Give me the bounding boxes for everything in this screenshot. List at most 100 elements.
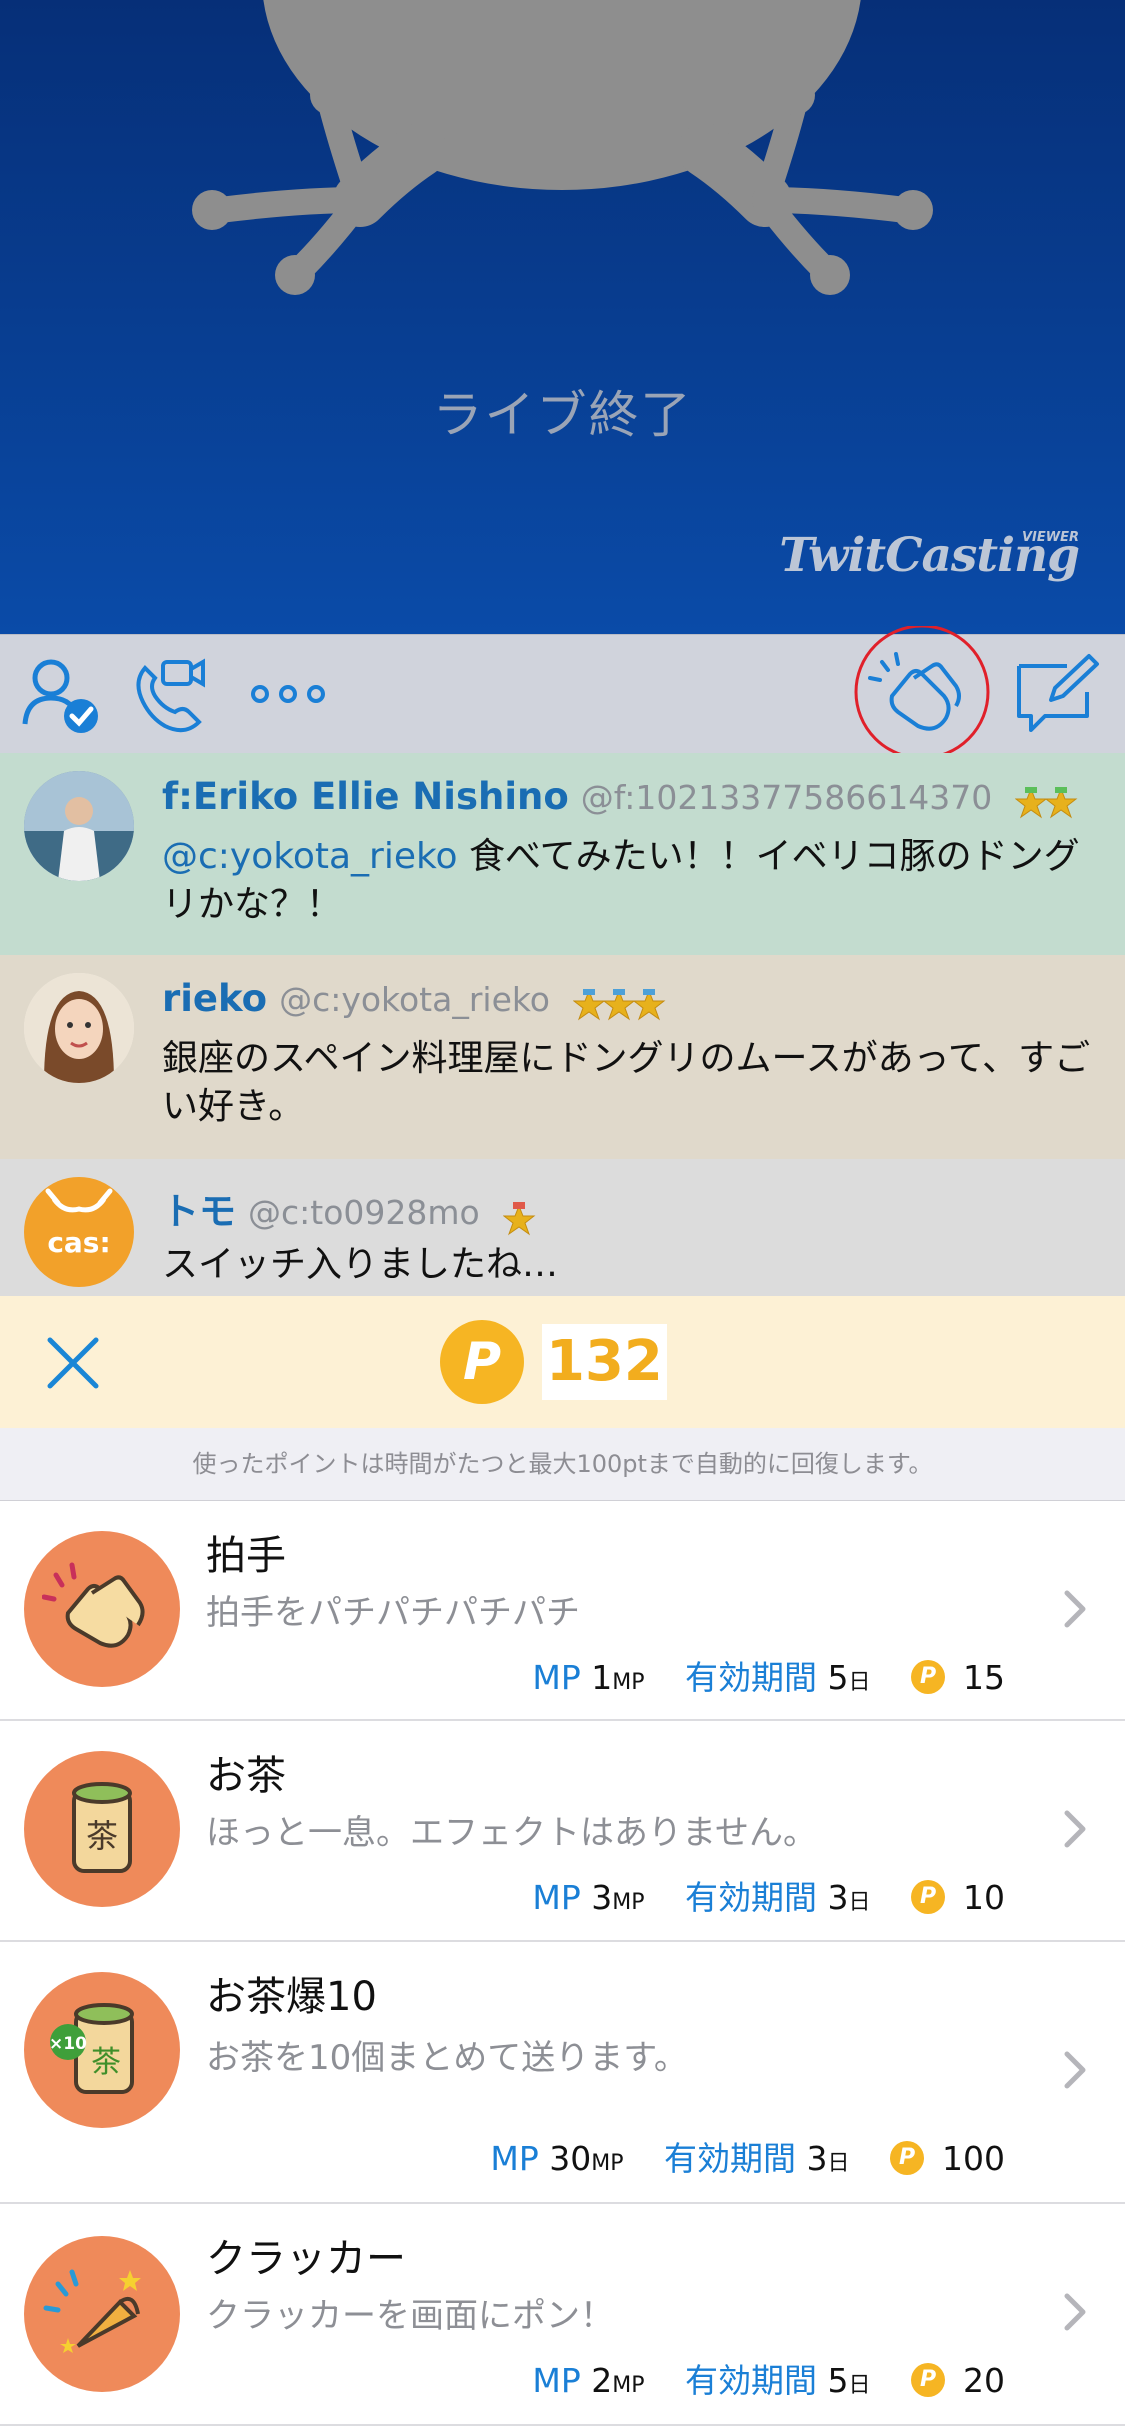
item-title: 拍手 (206, 1533, 286, 1579)
item-row-tea[interactable]: 茶 お茶 ほっと一息。エフェクトはありません。 MP 3MP 有効期間 3日 P… (0, 1721, 1125, 1942)
comment-compose-button[interactable] (1008, 635, 1104, 753)
comment-text: @c:yokota_rieko 食べてみたい！！イベリコ豚のドングリかな？！ (162, 833, 1092, 929)
period-value: 5 (827, 2361, 849, 2400)
more-button[interactable] (246, 635, 330, 753)
point-coin-icon: P (911, 2362, 945, 2397)
item-description: クラッカーを画面にポン！ (206, 2296, 614, 2336)
live-ended-label: ライブ終了 (432, 386, 693, 444)
close-icon[interactable] (40, 1330, 106, 1396)
item-meta: MP 30MP 有効期間 3日 P 100 (490, 2132, 1005, 2180)
period-value: 3 (827, 1878, 849, 1917)
point-balance: 132 (542, 1324, 667, 1400)
avatar[interactable]: cas: (24, 1177, 134, 1287)
item-meta: MP 2MP 有効期間 5日 P 20 (532, 2354, 1005, 2402)
period-label: 有効期間 (684, 1658, 817, 1697)
item-title: お茶爆10 (206, 1974, 377, 2020)
point-coin-icon: P (440, 1320, 524, 1404)
item-row-clap[interactable]: 拍手 拍手をパチパチパチパチ MP 1MP 有効期間 5日 P 15 (0, 1501, 1125, 1721)
mp-label: MP (490, 2139, 539, 2178)
item-meta: MP 3MP 有効期間 3日 P 10 (532, 1871, 1005, 1919)
tea-bomb-icon: 茶 ×10 (24, 1972, 180, 2128)
chevron-right-icon (1064, 2051, 1086, 2089)
mp-label: MP (532, 2361, 581, 2400)
point-coin-icon: P (911, 1659, 945, 1694)
comment-text: スイッチ入りましたね… (162, 1244, 559, 1285)
avatar-text: cas: (47, 1226, 111, 1259)
avatar[interactable] (24, 771, 134, 881)
period-value: 3 (806, 2139, 828, 2178)
item-row-cracker[interactable]: クラッカー クラッカーを画面にポン！ MP 2MP 有効期間 5日 P 20 (0, 2204, 1125, 2426)
medal-icon (1015, 786, 1078, 818)
item-description: 拍手をパチパチパチパチ (206, 1593, 580, 1633)
mp-unit: MP (612, 1890, 645, 1915)
mp-unit: MP (612, 1670, 645, 1695)
chevron-right-icon (1064, 1590, 1086, 1628)
period-label: 有効期間 (684, 2361, 817, 2400)
point-recovery-notice: 使ったポイントは時間がたつと最大100ptまで自動的に回復します。 (0, 1428, 1125, 1501)
collab-call-button[interactable] (122, 635, 214, 753)
medal-icon (502, 1201, 536, 1235)
comment-mention[interactable]: @c:yokota_rieko (162, 836, 458, 877)
mp-unit: MP (612, 2373, 645, 2398)
clap-hands-icon (24, 1531, 180, 1687)
chevron-right-icon (1064, 2293, 1086, 2331)
video-player[interactable]: ライブ終了 TwitCasting VIEWER (0, 0, 1125, 634)
period-unit: 日 (848, 2373, 871, 2398)
item-title: クラッカー (206, 2236, 406, 2282)
item-cost: 10 (963, 1878, 1005, 1917)
item-cost: 20 (963, 2361, 1005, 2400)
user-check-icon (22, 659, 98, 733)
compose-icon (1017, 654, 1099, 732)
action-toolbar (0, 626, 1125, 760)
party-popper-icon (24, 2236, 180, 2392)
medal-icon (573, 988, 666, 1020)
comment-item[interactable]: f:Eriko Ellie Nishino @f:1021337758661437… (0, 753, 1125, 955)
brand-viewer-tag: VIEWER (1021, 530, 1079, 545)
item-title: お茶 (206, 1753, 286, 1799)
follow-button[interactable] (16, 635, 106, 753)
period-value: 5 (827, 1658, 849, 1697)
item-row-tea-bomb[interactable]: 茶 ×10 お茶爆10 お茶を10個まとめて送ります。 MP 30MP 有効期間… (0, 1942, 1125, 2204)
period-unit: 日 (827, 2151, 850, 2176)
tea-glyph: 茶 (86, 1817, 118, 1855)
item-gift-button[interactable] (852, 626, 992, 760)
tea-cup-icon: 茶 (24, 1751, 180, 1907)
item-meta: MP 1MP 有効期間 5日 P 15 (532, 1651, 1005, 1699)
period-label: 有効期間 (663, 2139, 796, 2178)
tea-count-badge: ×10 (49, 2034, 87, 2054)
point-balance-bar: P 132 (0, 1296, 1125, 1428)
mp-label: MP (532, 1878, 581, 1917)
comment-author[interactable]: トモ (162, 1190, 236, 1233)
item-description: お茶を10個まとめて送ります。 (206, 2038, 688, 2078)
period-unit: 日 (848, 1670, 871, 1695)
comment-item[interactable]: cas: トモ @c:to0928mo スイッチ入りましたね… (0, 1159, 1125, 1296)
item-cost: 100 (942, 2139, 1005, 2178)
more-icon (251, 685, 325, 703)
comment-item[interactable]: rieko @c:yokota_rieko 銀座のスペイン料理屋にドングリのムース… (0, 955, 1125, 1159)
comment-user-id[interactable]: @f:10213377586614370 (581, 778, 993, 817)
clap-icon (854, 626, 990, 760)
point-coin-icon: P (890, 2140, 924, 2175)
avatar-illustration (24, 973, 134, 1083)
item-description: ほっと一息。エフェクトはありません。 (206, 1813, 817, 1853)
comment-author[interactable]: f:Eriko Ellie Nishino (162, 775, 569, 818)
comment-text: 銀座のスペイン料理屋にドングリのムースがあって、すごい好き。 (162, 1038, 1091, 1127)
period-unit: 日 (848, 1890, 871, 1915)
mp-value: 1 (591, 1658, 613, 1697)
chevron-right-icon (1064, 1810, 1086, 1848)
avatar[interactable] (24, 973, 134, 1083)
comment-user-id[interactable]: @c:yokota_rieko (279, 980, 550, 1019)
comment-author[interactable]: rieko (162, 977, 267, 1020)
mp-label: MP (532, 1658, 581, 1697)
mp-value: 2 (591, 2361, 613, 2400)
mp-value: 3 (591, 1878, 613, 1917)
mp-unit: MP (591, 2151, 624, 2176)
item-cost: 15 (963, 1658, 1005, 1697)
point-coin-icon: P (911, 1879, 945, 1914)
mp-value: 30 (549, 2139, 592, 2178)
period-label: 有効期間 (684, 1878, 817, 1917)
comment-user-id[interactable]: @c:to0928mo (248, 1193, 480, 1232)
avatar-photo (24, 771, 134, 881)
tea-glyph: 茶 (91, 2045, 121, 2080)
video-phone-icon (136, 658, 205, 733)
